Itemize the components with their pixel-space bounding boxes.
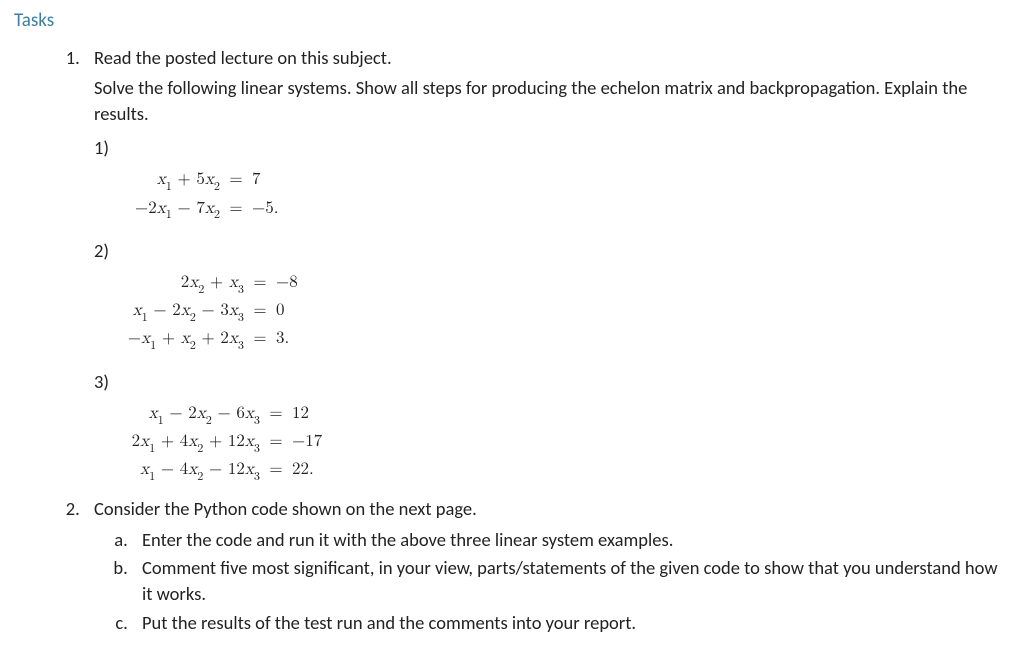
equation-lhs: 2x2 + x3 [112, 270, 244, 298]
equation-lhs: x1 − 2x2 − 6x3 [112, 401, 260, 429]
system-2: 2x2 + x3=−8x1 − 2x2 − 3x3=0−x1 + x2 + 2x… [112, 270, 322, 355]
equals-sign: = [220, 167, 252, 193]
section-heading: Tasks [14, 8, 1004, 35]
equation-lhs: x1 − 2x2 − 3x3 [112, 298, 244, 326]
equation-row: x1 − 2x2 − 6x3=12 [112, 401, 338, 429]
task2-b: Comment five most significant, in your v… [132, 555, 1004, 607]
equation-row: x1 − 2x2 − 3x3=0 [112, 298, 322, 326]
task2-intro: Consider the Python code shown on the ne… [94, 496, 1004, 522]
task2-c: Put the results of the test run and the … [132, 610, 1004, 636]
equation-lhs: −x1 + x2 + 2x3 [112, 326, 244, 354]
task-2: Consider the Python code shown on the ne… [84, 496, 1004, 636]
equation-row: −2x1 − 7x2=−5. [112, 196, 298, 224]
equation-lhs: x1 − 4x2 − 12x3 [112, 457, 260, 485]
equation-lhs: −2x1 − 7x2 [112, 196, 220, 224]
equation-row: x1 + 5x2=7 [112, 167, 298, 195]
equation-rhs: 12 [292, 401, 338, 427]
equals-sign: = [244, 326, 276, 352]
tasks-list: Read the posted lecture on this subject.… [14, 45, 1004, 637]
equation-rhs: −5. [252, 196, 298, 222]
equals-sign: = [244, 298, 276, 324]
task2-a: Enter the code and run it with the above… [132, 527, 1004, 553]
equation-rhs: −8 [276, 270, 322, 296]
equation-lhs: 2x1 + 4x2 + 12x3 [112, 429, 260, 457]
equation-rhs: 22. [292, 457, 338, 483]
equals-sign: = [260, 457, 292, 483]
task2-subtasks: Enter the code and run it with the above… [94, 527, 1004, 637]
equation-lhs: x1 + 5x2 [112, 167, 220, 195]
problem-2-label: 2) [94, 238, 1004, 264]
system-1: x1 + 5x2=7−2x1 − 7x2=−5. [112, 167, 298, 224]
equation-row: 2x2 + x3=−8 [112, 270, 322, 298]
equals-sign: = [220, 196, 252, 222]
task1-intro-line2: Solve the following linear systems. Show… [94, 75, 1004, 127]
equals-sign: = [244, 270, 276, 296]
equation-rhs: −17 [292, 429, 338, 455]
task1-intro-line1: Read the posted lecture on this subject. [94, 45, 1004, 71]
equation-row: −x1 + x2 + 2x3=3. [112, 326, 322, 354]
equals-sign: = [260, 401, 292, 427]
equation-rhs: 3. [276, 326, 322, 352]
equals-sign: = [260, 429, 292, 455]
equation-rhs: 0 [276, 298, 322, 324]
equation-rhs: 7 [252, 167, 298, 193]
problem-3-label: 3) [94, 369, 1004, 395]
equation-row: x1 − 4x2 − 12x3=22. [112, 457, 338, 485]
task-1: Read the posted lecture on this subject.… [84, 45, 1004, 492]
system-3: x1 − 2x2 − 6x3=122x1 + 4x2 + 12x3=−17x1 … [112, 401, 338, 486]
problem-1-label: 1) [94, 135, 1004, 161]
equation-row: 2x1 + 4x2 + 12x3=−17 [112, 429, 338, 457]
